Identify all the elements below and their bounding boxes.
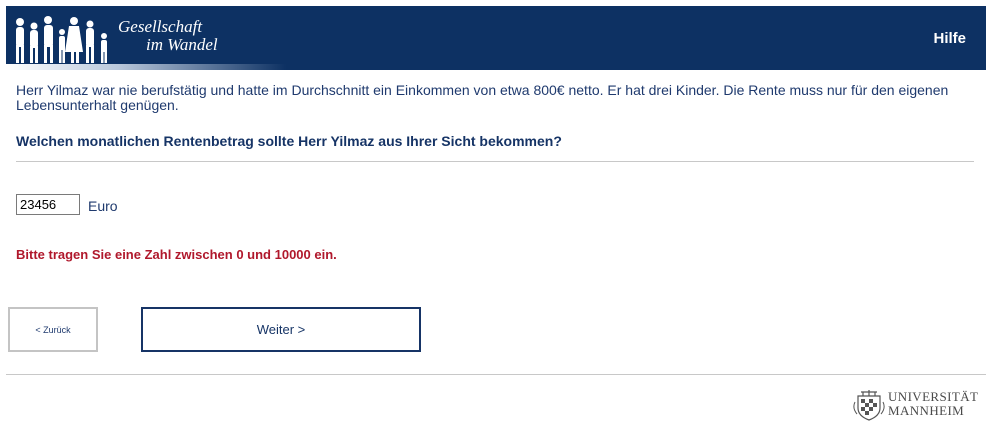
- university-name-line-2: MANNHEIM: [888, 403, 965, 418]
- university-seal-icon: [853, 390, 885, 421]
- help-link[interactable]: Hilfe: [933, 30, 966, 47]
- header-stripe: [6, 64, 286, 70]
- error-message: Bitte tragen Sie eine Zahl zwischen 0 un…: [16, 247, 337, 262]
- logo-line-1: Gesellschaft: [118, 17, 203, 36]
- university-logo: UNIVERSITÄT MANNHEIM: [852, 386, 987, 424]
- logo-line-2: im Wandel: [146, 35, 218, 54]
- university-name-line-1: UNIVERSITÄT: [888, 389, 979, 404]
- university-name: UNIVERSITÄT MANNHEIM: [888, 390, 978, 418]
- unit-label: Euro: [88, 198, 118, 214]
- divider: [16, 161, 974, 162]
- next-button[interactable]: Weiter >: [141, 307, 421, 352]
- logo-text: Gesellschaft im Wandel: [118, 18, 218, 54]
- intro-text: Herr Yilmaz war nie berufstätig und hatt…: [16, 82, 949, 113]
- back-button[interactable]: < Zurück: [8, 307, 98, 352]
- footer-divider: [6, 374, 986, 375]
- header-banner: Gesellschaft im Wandel Hilfe: [6, 6, 986, 70]
- amount-input[interactable]: [16, 194, 80, 215]
- people-silhouettes-logo: [16, 16, 107, 63]
- question-text: Welchen monatlichen Rentenbetrag sollte …: [16, 133, 562, 149]
